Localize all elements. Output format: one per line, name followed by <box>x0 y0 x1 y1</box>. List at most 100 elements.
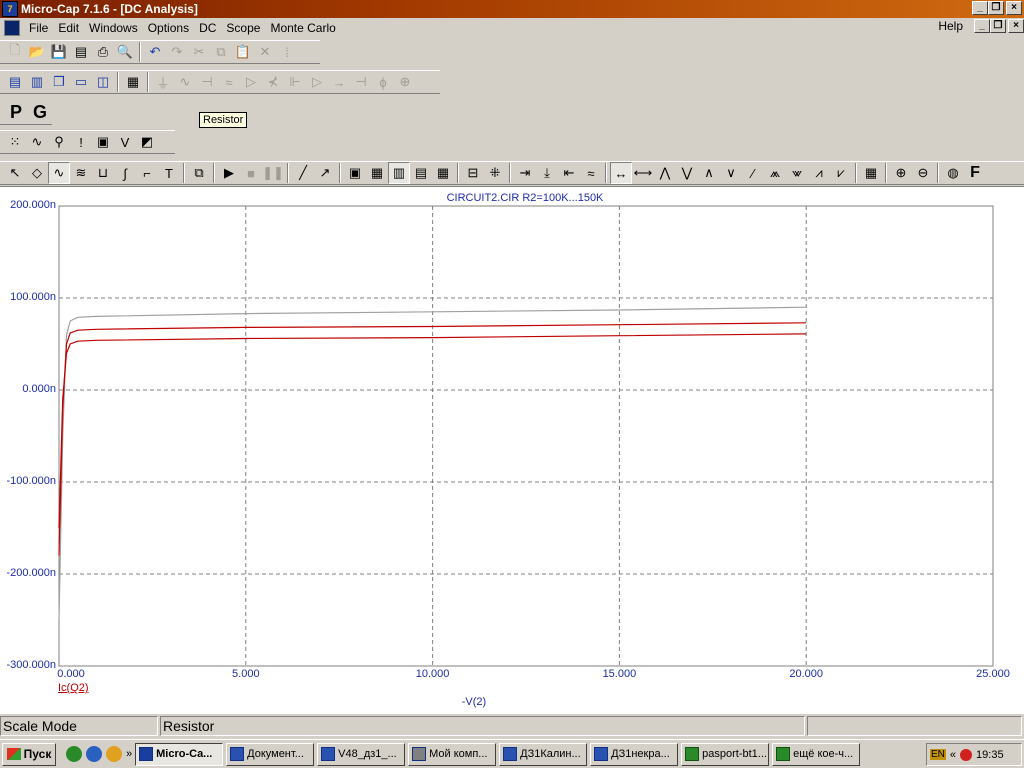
cursor-right-icon[interactable]: ⇤ <box>558 162 580 184</box>
ground-icon[interactable]: ⏚ <box>152 71 174 93</box>
app-icon[interactable]: 7 <box>2 1 18 17</box>
copy-icon[interactable]: ⧉ <box>210 41 232 63</box>
doc-close-icon[interactable]: × <box>1008 19 1024 33</box>
frame-icon[interactable]: ▣ <box>344 162 366 184</box>
diode-icon[interactable]: ▷ <box>240 71 262 93</box>
close-icon[interactable]: × <box>1006 1 1022 15</box>
inflection-icon[interactable]: ⁄ <box>742 162 764 184</box>
save-icon[interactable]: 💾 <box>48 41 70 63</box>
start-button[interactable]: Пуск <box>2 742 56 766</box>
task-v48[interactable]: V48_дз1_... <box>317 742 406 766</box>
high-icon[interactable]: ∧ <box>698 162 720 184</box>
pin-icon[interactable]: ! <box>70 131 92 153</box>
calculator-icon[interactable]: ▦ <box>122 71 144 93</box>
text-icon[interactable]: T <box>158 162 180 184</box>
top-icon[interactable]: ⩘ <box>808 162 830 184</box>
language-indicator[interactable]: EN <box>930 749 946 760</box>
wave-color-icon[interactable]: ≈ <box>580 162 602 184</box>
menu-monte-carlo[interactable]: Monte Carlo <box>265 21 340 35</box>
menu-dc[interactable]: DC <box>194 21 221 35</box>
inductor-icon[interactable]: ≈ <box>218 71 240 93</box>
print-icon[interactable]: ⎙ <box>92 41 114 63</box>
save-all-icon[interactable]: ▤ <box>70 41 92 63</box>
cursor-mode-icon[interactable]: ↔ <box>610 162 632 184</box>
antivirus-icon[interactable] <box>960 748 973 761</box>
vertical-tag-icon[interactable]: ⌐ <box>136 162 158 184</box>
task-eshe[interactable]: ещё кое-ч... <box>772 742 861 766</box>
menu-options[interactable]: Options <box>143 21 194 35</box>
opamp-icon[interactable]: ▷ <box>306 71 328 93</box>
doc-restore-icon[interactable]: ❐ <box>990 19 1006 33</box>
new-file-icon[interactable]: 🗋 <box>4 41 26 63</box>
document-icon[interactable] <box>4 20 20 36</box>
chevron-icon[interactable]: » <box>126 748 132 760</box>
color-palette-icon[interactable]: ◍ <box>942 162 964 184</box>
font-icon[interactable]: F <box>964 162 986 184</box>
cut-icon[interactable]: ✂ <box>188 41 210 63</box>
undo-icon[interactable]: ↶ <box>144 41 166 63</box>
transistor-icon[interactable]: ⊀ <box>262 71 284 93</box>
horizontal-tag-icon[interactable]: ∫ <box>114 162 136 184</box>
cursor-step-icon[interactable]: ⟷ <box>632 162 654 184</box>
baseline-icon[interactable]: ⊟ <box>462 162 484 184</box>
task-document[interactable]: Документ... <box>226 742 315 766</box>
peak-icon[interactable]: ⋀ <box>654 162 676 184</box>
restore-icon[interactable]: ❐ <box>988 1 1004 15</box>
desktop-icon[interactable] <box>66 746 82 762</box>
tray-expand-icon[interactable]: « <box>950 749 956 761</box>
vi-icon[interactable]: V <box>114 131 136 153</box>
task-pasport[interactable]: pasport-bt1... <box>681 742 770 766</box>
zoom-out-icon[interactable]: ⊖ <box>912 162 934 184</box>
plot-area[interactable]: CIRCUIT2.CIR R2=100K...150K -V(2) Ic(Q2)… <box>0 186 1024 714</box>
current-source-icon[interactable]: ⊕ <box>394 71 416 93</box>
cursor-down-icon[interactable]: ⤓ <box>536 162 558 184</box>
internet-explorer-icon[interactable] <box>86 746 102 762</box>
vertical-grid-icon[interactable]: ▥ <box>388 162 410 184</box>
window-icon[interactable]: ▭ <box>70 71 92 93</box>
select-arrow-icon[interactable]: ↖ <box>4 162 26 184</box>
task-dz1-nekra[interactable]: ДЗ1некра... <box>590 742 679 766</box>
split-window-icon[interactable]: ◫ <box>92 71 114 93</box>
line-icon[interactable]: ╱ <box>292 162 314 184</box>
table-icon[interactable]: ▦ <box>366 162 388 184</box>
paste-icon[interactable]: 📋 <box>232 41 254 63</box>
waveform-icon[interactable]: ∿ <box>26 131 48 153</box>
run-icon[interactable]: ▶ <box>218 162 240 184</box>
shapes-icon[interactable]: ◇ <box>26 162 48 184</box>
node-icon[interactable]: ⊣ <box>350 71 372 93</box>
global-high-icon[interactable]: ⩕ <box>764 162 786 184</box>
task-my-computer[interactable]: Мой комп... <box>408 742 497 766</box>
probe-icon[interactable]: ⚲ <box>48 131 70 153</box>
open-folder-icon[interactable]: 📂 <box>26 41 48 63</box>
switch-icon[interactable]: → <box>328 71 350 93</box>
task-microcap[interactable]: Micro-Ca... <box>135 742 224 766</box>
x-axis-title[interactable]: -V(2) <box>444 696 504 708</box>
horizontal-grid-icon[interactable]: ▤ <box>410 162 432 184</box>
cascade-icon[interactable]: ❐ <box>48 71 70 93</box>
tile-horizontal-icon[interactable]: ▤ <box>4 71 26 93</box>
print-preview-icon[interactable]: 🔍 <box>114 41 136 63</box>
battery-icon[interactable]: ⊩ <box>284 71 306 93</box>
capacitor-icon[interactable]: ⊣ <box>196 71 218 93</box>
numeric-table-icon[interactable]: ▦ <box>860 162 882 184</box>
browser-icon[interactable] <box>106 746 122 762</box>
redo-icon[interactable]: ↷ <box>166 41 188 63</box>
trace-icon[interactable]: ≋ <box>70 162 92 184</box>
stop-icon[interactable]: ■ <box>240 162 262 184</box>
minor-grid-icon[interactable]: ▦ <box>432 162 454 184</box>
menu-windows[interactable]: Windows <box>84 21 143 35</box>
source-icon[interactable]: ϕ <box>372 71 394 93</box>
menu-help[interactable]: Help <box>933 19 968 33</box>
pause-icon[interactable]: ❚❚ <box>262 162 284 184</box>
doc-minimize-icon[interactable]: _ <box>974 19 990 33</box>
delete-icon[interactable]: ✕ <box>254 41 276 63</box>
grid-icon[interactable]: ⁙ <box>4 131 26 153</box>
valley-icon[interactable]: ⋁ <box>676 162 698 184</box>
find-icon[interactable]: ⁞ <box>276 41 298 63</box>
analysis-icon[interactable]: ◩ <box>136 131 158 153</box>
bottom-icon[interactable]: ⩗ <box>830 162 852 184</box>
dotted-grid-icon[interactable]: ⁜ <box>484 162 506 184</box>
global-low-icon[interactable]: ⩖ <box>786 162 808 184</box>
minimize-icon[interactable]: _ <box>972 1 988 15</box>
properties-icon[interactable]: ⧉ <box>188 162 210 184</box>
